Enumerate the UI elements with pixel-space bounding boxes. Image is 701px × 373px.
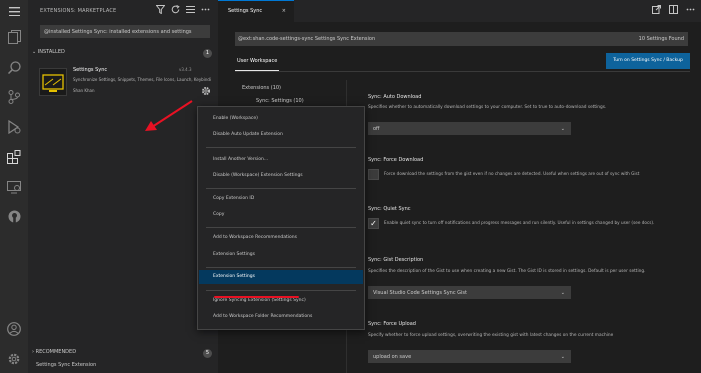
- setting-description: Force download the settings from the gis…: [384, 171, 640, 176]
- clear-icon[interactable]: [186, 5, 195, 16]
- menu-separator: [206, 267, 356, 268]
- menu-item-install-another-version[interactable]: Install Another Version...: [199, 153, 363, 167]
- close-icon[interactable]: ×: [282, 1, 286, 21]
- installed-section-header[interactable]: ⌄ INSTALLED 1: [32, 49, 214, 59]
- menu-item-enable-workspace[interactable]: Enable (Workspace): [199, 112, 363, 126]
- installed-count-badge: 1: [203, 49, 212, 58]
- annotation-underline: [214, 296, 299, 298]
- extension-description: Synchronize Settings, Snippets, Themes, …: [73, 77, 211, 82]
- chevron-down-icon: ⌄: [560, 354, 565, 360]
- recommended-count-badge: 5: [203, 349, 212, 358]
- setting-description: Specifies the description of the Gist to…: [368, 269, 646, 274]
- chevron-down-icon: ⌄: [32, 49, 37, 55]
- setting-description: Specifies whether to automatically downl…: [368, 105, 607, 110]
- source-control-icon[interactable]: [5, 88, 23, 106]
- menu-separator: [206, 147, 356, 148]
- github-icon[interactable]: [5, 207, 23, 225]
- extension-name: Settings Sync: [73, 67, 108, 73]
- files-icon[interactable]: [5, 28, 23, 46]
- setting-description: Enable quiet sync to turn off notificati…: [384, 220, 655, 225]
- chevron-down-icon: ⌄: [560, 290, 565, 296]
- gist-description-select[interactable]: Visual Studio Code Settings Sync Gist ⌄: [368, 286, 571, 299]
- setting-title: Sync: Quiet Sync: [368, 206, 411, 212]
- setting-title: Sync: Force Upload: [368, 321, 416, 327]
- extension-version: v3.4.3: [179, 67, 192, 72]
- auto-download-select[interactable]: off ⌄: [368, 122, 571, 135]
- extension-publisher: Shan Khan: [73, 88, 95, 93]
- list-item[interactable]: Settings Sync Extension: [36, 362, 218, 372]
- extensions-sidebar: EXTENSIONS: MARKETPLACE @installed Setti…: [28, 0, 218, 373]
- menu-item-extension-settings-selected[interactable]: Extension Settings: [199, 270, 363, 284]
- quiet-sync-checkbox[interactable]: ✓: [368, 218, 379, 229]
- setting-title: Sync: Force Download: [368, 157, 424, 163]
- check-icon: ✓: [370, 219, 377, 228]
- force-download-checkbox[interactable]: [368, 169, 379, 180]
- tab-settings[interactable]: Settings Sync ×: [218, 0, 294, 22]
- account-icon[interactable]: [5, 320, 23, 338]
- sidebar-actions: [155, 5, 210, 16]
- menu-icon[interactable]: [5, 2, 23, 20]
- toc-item-settings-sync[interactable]: Sync: Settings (10): [256, 98, 304, 104]
- menu-item-copy[interactable]: Copy: [199, 208, 363, 222]
- menu-item-add-folder-recommendations[interactable]: Add to Workspace Folder Recommendations: [199, 310, 363, 324]
- menu-separator: [206, 188, 356, 189]
- chevron-down-icon: ⌄: [560, 126, 565, 132]
- sidebar-title: EXTENSIONS: MARKETPLACE: [40, 8, 117, 14]
- filter-icon[interactable]: [155, 5, 166, 16]
- open-settings-json-icon[interactable]: [652, 5, 661, 16]
- menu-item-disable-auto-update[interactable]: Disable Auto Update Extension: [199, 128, 363, 142]
- turn-on-sync-button[interactable]: Turn on Settings Sync / Backup: [606, 53, 690, 69]
- extension-search-input[interactable]: @installed Settings Sync: installed exte…: [40, 25, 210, 38]
- setting-title: Sync: Gist Description: [368, 257, 424, 263]
- remote-explorer-icon[interactable]: [5, 178, 23, 196]
- menu-item-copy-extension-id[interactable]: Copy Extension ID: [199, 192, 363, 206]
- tab-bar: Settings Sync ×: [218, 0, 701, 22]
- recommended-section-header[interactable]: › RECOMMENDED 5: [32, 349, 214, 359]
- menu-item-add-workspace-recommendations[interactable]: Add to Workspace Recommendations: [199, 231, 363, 245]
- manage-gear-icon[interactable]: [201, 86, 211, 96]
- divider: [235, 71, 690, 72]
- extensions-icon[interactable]: [5, 148, 23, 166]
- toc-item-extensions[interactable]: Extensions (10): [242, 85, 281, 91]
- split-editor-icon[interactable]: [669, 5, 678, 16]
- activity-bar: [0, 0, 28, 373]
- extension-list-item[interactable]: Settings Sync v3.4.3 Synchronize Setting…: [28, 62, 218, 104]
- menu-item-extension-settings[interactable]: Extension Settings: [199, 248, 363, 262]
- settings-search-input[interactable]: @ext:shan.code-settings-sync Settings Sy…: [235, 32, 688, 46]
- setting-description: Specify whether to force upload settings…: [368, 333, 614, 338]
- menu-separator: [206, 227, 356, 228]
- tab-user[interactable]: User Workspace: [235, 58, 280, 71]
- more-actions-icon[interactable]: [201, 5, 210, 16]
- more-actions-icon[interactable]: [686, 5, 695, 16]
- menu-item-disable-workspace[interactable]: Disable (Workspace) Extension Settings: [199, 169, 363, 183]
- settings-found-count: 10 Settings Found: [638, 36, 684, 42]
- setting-title: Sync: Auto Download: [368, 94, 422, 100]
- search-icon[interactable]: [5, 58, 23, 76]
- run-debug-icon[interactable]: [5, 118, 23, 136]
- editor-actions: [652, 5, 695, 16]
- refresh-icon[interactable]: [171, 5, 180, 16]
- extension-logo-icon: [39, 68, 67, 96]
- menu-separator: [206, 290, 356, 291]
- manage-icon[interactable]: [5, 350, 23, 368]
- force-upload-select[interactable]: upload on save ⌄: [368, 350, 571, 363]
- chevron-right-icon: ›: [32, 349, 34, 355]
